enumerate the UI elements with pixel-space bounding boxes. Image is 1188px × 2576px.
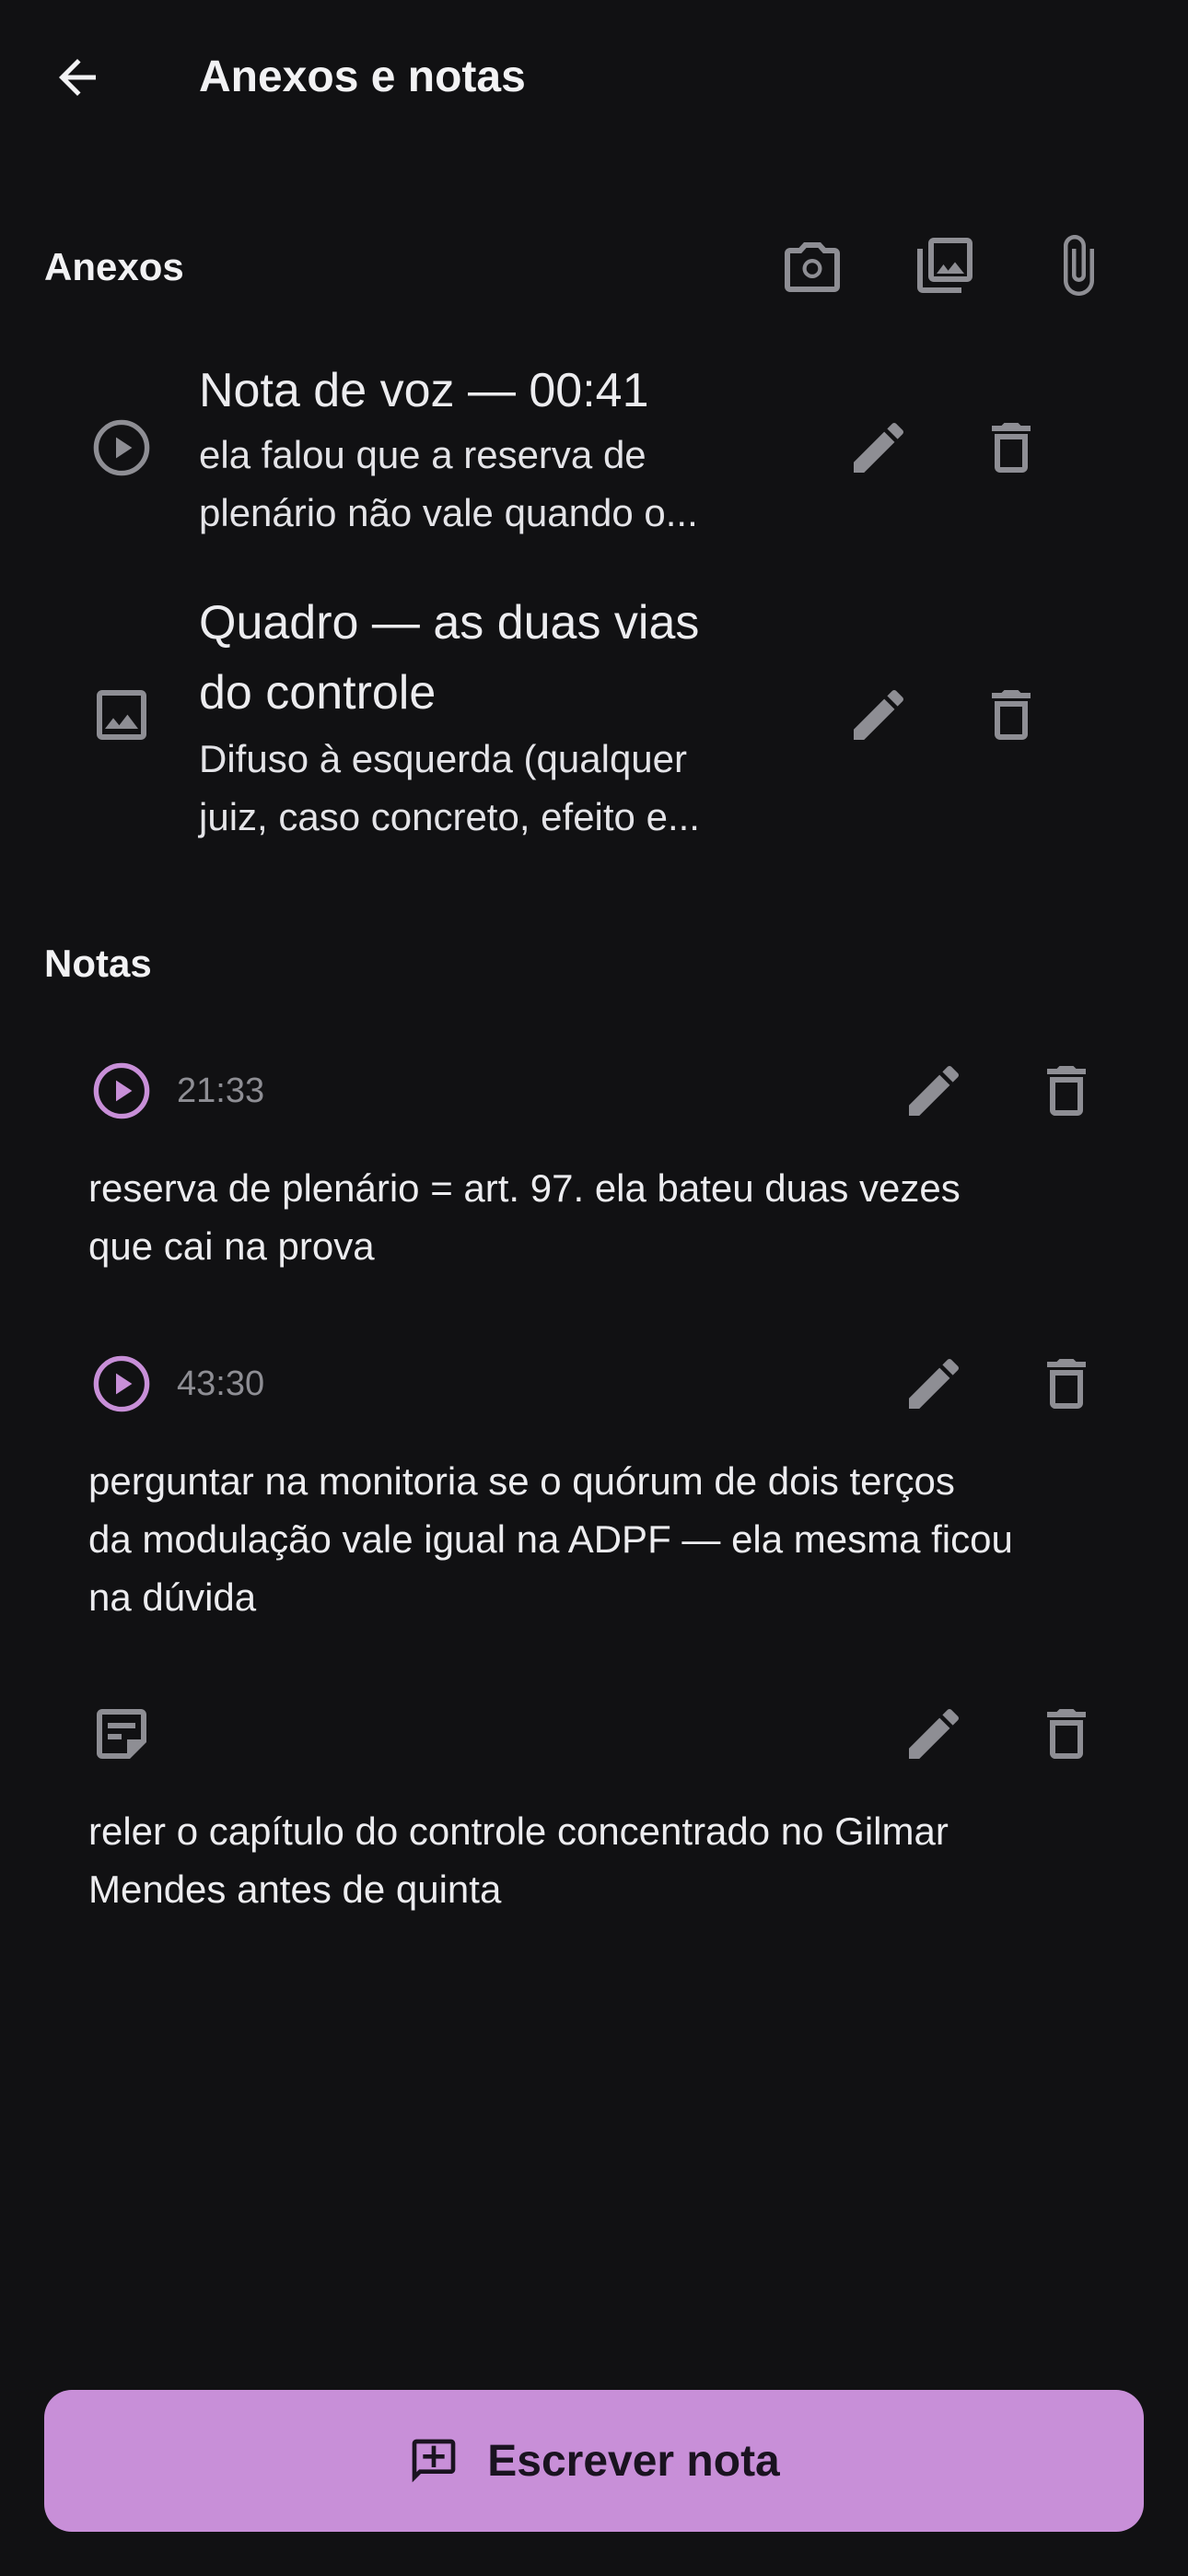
attachment-description-line: juiz, caso concreto, efeito e... (199, 795, 700, 838)
note-text-line: perguntar na monitoria se o quórum de do… (88, 1459, 955, 1503)
edit-icon[interactable] (845, 682, 912, 748)
attachment-description-line: ela falou que a reserva de (199, 433, 646, 476)
attachment-description-line: Difuso à esquerda (qualquer (199, 737, 688, 780)
play-circle-icon[interactable] (88, 415, 155, 481)
add-comment-icon (408, 2435, 460, 2487)
delete-icon[interactable] (978, 415, 1044, 481)
note-text-line: na dúvida (88, 1575, 257, 1619)
note-timestamp[interactable]: 21:33 (177, 1065, 264, 1117)
attachment-title-line: do controle (199, 666, 437, 720)
text-note-icon (88, 1701, 155, 1767)
attachment-title-line: Quadro — as duas vias (199, 596, 700, 650)
delete-icon[interactable] (1033, 1351, 1100, 1417)
notes-section-title: Notas (44, 942, 152, 985)
attach-icon[interactable] (1044, 230, 1111, 300)
camera-icon[interactable] (779, 234, 845, 300)
attachment-title: Nota de voz — 00:41 (199, 364, 649, 417)
note-text-line: da modulação vale igual na ADPF — ela me… (88, 1517, 1013, 1561)
gallery-icon[interactable] (912, 232, 978, 299)
attachments-section-title: Anexos (44, 245, 184, 288)
play-circle-icon[interactable] (88, 1351, 155, 1417)
note-text-line: que cai na prova (88, 1224, 375, 1268)
write-note-label: Escrever nota (487, 2436, 780, 2486)
write-note-button[interactable]: Escrever nota (44, 2390, 1144, 2532)
edit-icon[interactable] (901, 1701, 967, 1767)
note-text-line: Mendes antes de quinta (88, 1868, 502, 1911)
delete-icon[interactable] (978, 682, 1044, 748)
note-timestamp[interactable]: 43:30 (177, 1358, 264, 1410)
delete-icon[interactable] (1033, 1701, 1100, 1767)
attachment-description-line: plenário não vale quando o... (199, 491, 698, 534)
edit-icon[interactable] (901, 1351, 967, 1417)
back-arrow-icon[interactable] (50, 50, 105, 105)
image-icon (88, 682, 155, 748)
note-text-line: reserva de plenário = art. 97. ela bateu… (88, 1166, 961, 1210)
edit-icon[interactable] (901, 1058, 967, 1124)
note-text-line: reler o capítulo do controle concentrado… (88, 1809, 949, 1853)
edit-icon[interactable] (845, 415, 912, 481)
delete-icon[interactable] (1033, 1058, 1100, 1124)
play-circle-icon[interactable] (88, 1058, 155, 1124)
page-title: Anexos e notas (199, 53, 526, 101)
